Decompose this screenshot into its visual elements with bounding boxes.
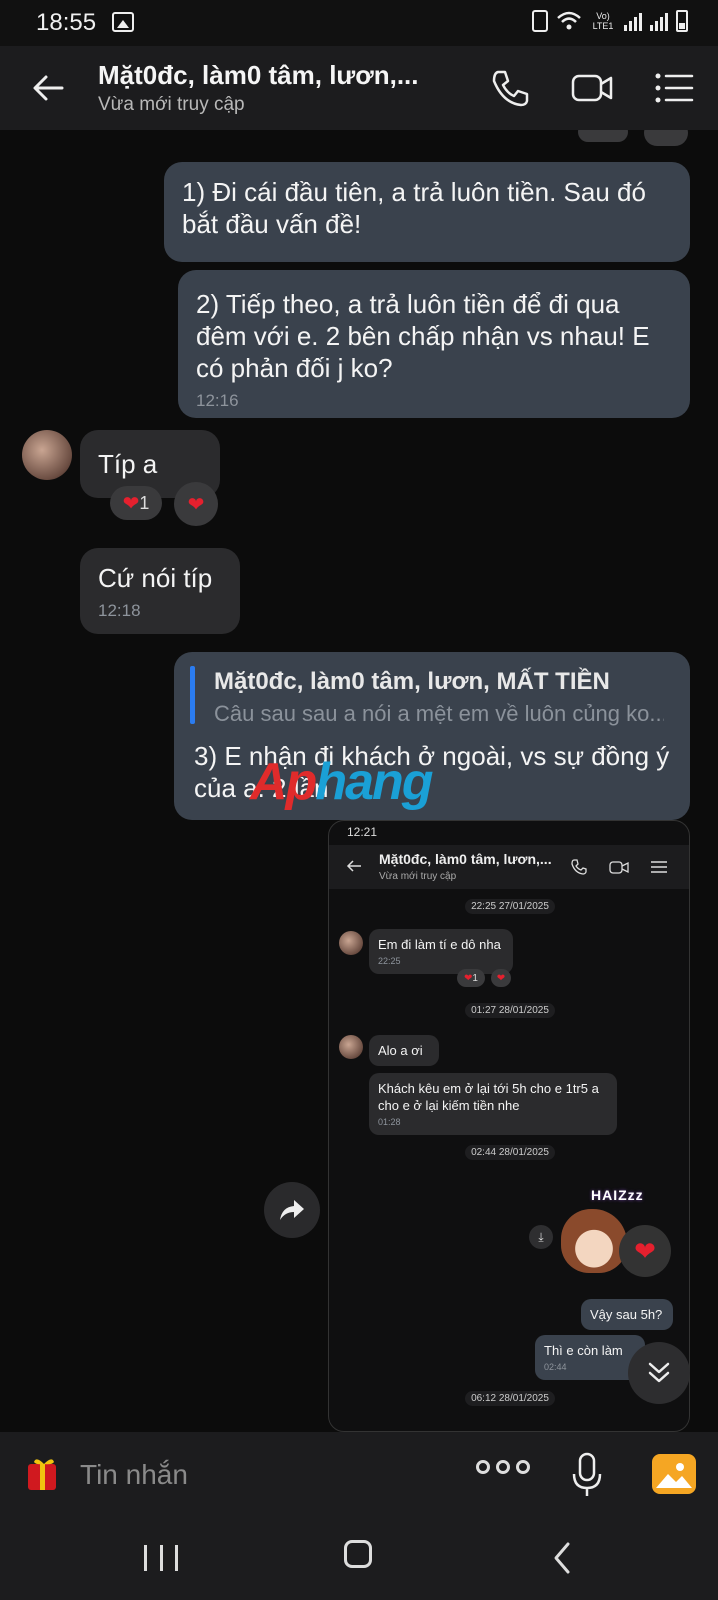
- message-text: Típ a: [98, 449, 158, 479]
- wifi-icon: [557, 11, 581, 30]
- back-arrow-icon: [346, 860, 361, 872]
- gift-icon[interactable]: [24, 1456, 64, 1494]
- menu-icon[interactable]: [652, 66, 696, 110]
- message-composer: [0, 1432, 718, 1518]
- heart-icon: ❤: [187, 493, 205, 516]
- quote-sender: Mặt0đc, làm0 tâm, lươn, MẤT TIỀN: [214, 668, 610, 695]
- nfc-icon: [532, 10, 548, 32]
- signal-1-icon: [624, 11, 642, 31]
- video-icon[interactable]: [570, 66, 614, 110]
- recents-button[interactable]: [144, 1540, 178, 1576]
- heart-icon: ❤: [491, 969, 511, 987]
- forward-icon: [280, 1200, 304, 1220]
- reaction-pill-partial[interactable]: [578, 130, 628, 142]
- reaction-count-pill[interactable]: ❤ 1: [110, 486, 162, 520]
- mic-icon[interactable]: [570, 1452, 604, 1498]
- chat-title[interactable]: Mặt0đc, làm0 tâm, lươn,...: [98, 60, 438, 91]
- chat-status: Vừa mới truy cập: [98, 94, 245, 115]
- heart-reaction-icon: ❤: [619, 1225, 671, 1277]
- avatar[interactable]: [22, 430, 72, 480]
- embedded-status: Vừa mới truy cập: [379, 871, 457, 882]
- download-icon: ⤓: [529, 1225, 553, 1249]
- quote-accent-bar: [190, 666, 195, 724]
- date-separator: 02:44 28/01/2025: [329, 1145, 689, 1160]
- message-bubble-outgoing: Vậy sau 5h?: [581, 1299, 673, 1330]
- sticker-caption: HAIZzz: [591, 1187, 644, 1203]
- message-text: 1) Đi cái đầu tiên, a trả luôn tiền. Sau…: [182, 177, 646, 239]
- phone-icon: [571, 859, 587, 875]
- system-back-icon[interactable]: [550, 1540, 574, 1576]
- status-bar: 18:55 Vo) LTE1: [0, 0, 718, 46]
- message-time: 12:16: [196, 391, 239, 410]
- watermark-part1: Ap: [250, 753, 317, 811]
- battery-icon: [676, 10, 688, 32]
- message-text: Cứ nói típ: [98, 563, 213, 593]
- message-bubble-incoming: Alo a ơi: [369, 1035, 439, 1066]
- message-bubble-outgoing[interactable]: 1) Đi cái đầu tiên, a trả luôn tiền. Sau…: [164, 162, 690, 262]
- avatar: [339, 1035, 363, 1059]
- message-bubble-incoming: Em đi làm tí e dô nha 22:25: [369, 929, 513, 974]
- quote-text[interactable]: Câu sau sau a nói a mệt em về luôn củng …: [214, 698, 664, 730]
- embedded-title: Mặt0đc, làm0 tâm, lươn,...: [379, 851, 552, 867]
- home-button[interactable]: [344, 1540, 372, 1568]
- add-reaction-button[interactable]: ❤: [174, 482, 218, 526]
- chevron-double-down-icon: [648, 1362, 670, 1383]
- forward-button[interactable]: [264, 1182, 320, 1238]
- message-bubble-incoming[interactable]: Cứ nói típ 12:18: [80, 548, 240, 634]
- more-icon[interactable]: [476, 1460, 530, 1474]
- watermark-logo: Aphang: [250, 752, 434, 812]
- video-icon: [609, 861, 629, 874]
- message-input[interactable]: [80, 1450, 440, 1500]
- menu-icon: [651, 861, 667, 873]
- chat-header: Mặt0đc, làm0 tâm, lươn,... Vừa mới truy …: [0, 46, 718, 130]
- avatar: [339, 931, 363, 955]
- date-separator: 22:25 27/01/2025: [329, 899, 689, 914]
- back-arrow-icon[interactable]: [28, 68, 68, 108]
- embedded-header: Mặt0đc, làm0 tâm, lươn,... Vừa mới truy …: [329, 845, 689, 889]
- sticker-image: [561, 1209, 627, 1273]
- message-time: 12:18: [98, 601, 141, 620]
- chat-messages[interactable]: 1) Đi cái đầu tiên, a trả luôn tiền. Sau…: [0, 130, 718, 1432]
- reaction-button-partial[interactable]: [644, 130, 688, 146]
- system-nav-bar: [0, 1518, 718, 1600]
- gallery-icon[interactable]: [652, 1454, 696, 1494]
- phone-icon[interactable]: [488, 66, 532, 110]
- message-bubble-outgoing[interactable]: 2) Tiếp theo, a trả luôn tiền để đi qua …: [178, 270, 690, 418]
- scroll-to-bottom-button[interactable]: [628, 1342, 690, 1404]
- reaction-count-pill: ❤ 1: [457, 969, 485, 987]
- date-separator: 01:27 28/01/2025: [329, 1003, 689, 1018]
- watermark-part2: hang: [315, 753, 433, 811]
- image-notification-icon: [112, 12, 134, 32]
- message-bubble-incoming: Khách kêu em ở lại tới 5h cho e 1tr5 a c…: [369, 1073, 617, 1135]
- embedded-status-time: 12:21: [347, 825, 378, 839]
- status-time: 18:55: [36, 9, 97, 36]
- volte-label: Vo) LTE1: [592, 11, 614, 31]
- reaction-count: 1: [139, 492, 150, 513]
- image-attachment[interactable]: 12:21 Mặt0đc, làm0 tâm, lươn,... Vừa mới…: [328, 820, 690, 1432]
- message-text: 2) Tiếp theo, a trả luôn tiền để đi qua …: [196, 289, 650, 383]
- heart-icon: ❤: [122, 492, 140, 515]
- signal-2-icon: [650, 11, 668, 31]
- status-icons: Vo) LTE1: [532, 10, 688, 32]
